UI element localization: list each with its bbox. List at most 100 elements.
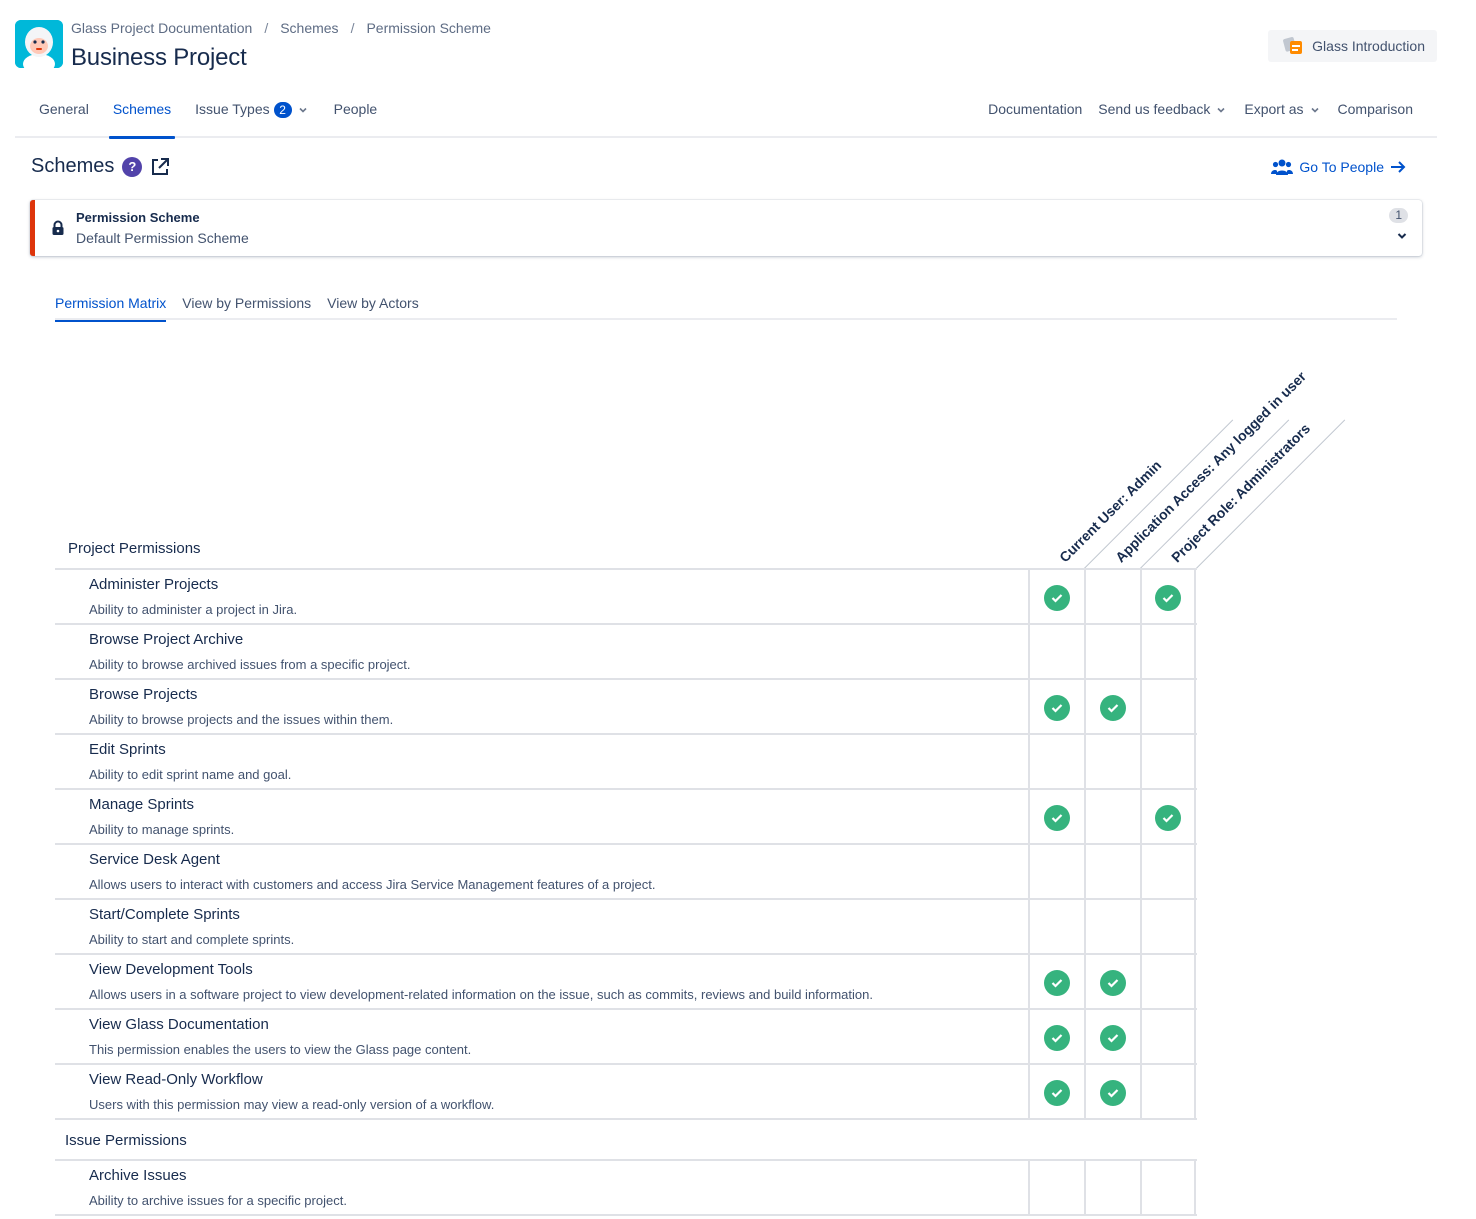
matrix-cell	[1028, 680, 1084, 735]
column-header-divider	[1196, 419, 1346, 569]
check-icon	[1100, 969, 1126, 996]
scheme-card-title: Permission Scheme	[76, 210, 200, 225]
permission-name: View Glass Documentation	[89, 1016, 269, 1033]
matrix-cell	[1140, 900, 1196, 955]
people-icon	[1271, 159, 1294, 175]
permission-name: View Read-Only Workflow	[89, 1071, 263, 1088]
permission-row: Service Desk Agent Allows users to intera…	[55, 845, 1197, 900]
permission-description: Ability to administer a project in Jira.	[89, 602, 298, 617]
tab-view-by-actors[interactable]: View by Actors	[327, 295, 419, 320]
permission-scheme-card[interactable]: Permission Scheme Default Permission Sch…	[30, 200, 1422, 256]
matrix-cell	[1028, 955, 1084, 1010]
check-icon	[1044, 969, 1070, 996]
chevron-down-icon[interactable]	[1396, 230, 1408, 242]
lock-icon	[52, 220, 64, 235]
glass-introduction-button[interactable]: Glass Introduction	[1268, 30, 1437, 62]
page-title: Schemes ?	[31, 155, 170, 178]
permission-description: Ability to edit sprint name and goal.	[89, 767, 292, 782]
matrix-cell	[1140, 955, 1196, 1010]
export-as-label: Export as	[1244, 101, 1304, 117]
matrix-cell	[1028, 1065, 1084, 1120]
matrix-cell	[1084, 735, 1140, 790]
documentation-label: Documentation	[988, 101, 1083, 117]
permission-row: Browse Project Archive Ability to browse …	[55, 625, 1197, 680]
main-tabs: General Schemes Issue Types 2 People	[15, 94, 390, 139]
permission-description: Allows users in a software project to vi…	[89, 987, 873, 1002]
matrix-cell	[1084, 570, 1140, 625]
tab-people[interactable]: People	[322, 94, 390, 136]
chevron-down-icon	[299, 107, 307, 113]
section-title: Project Permissions	[68, 540, 201, 557]
column-header-divider	[1084, 419, 1234, 569]
matrix-cell	[1028, 845, 1084, 900]
permission-name: Edit Sprints	[89, 741, 166, 758]
tab-view-by-permissions[interactable]: View by Permissions	[182, 295, 311, 320]
permission-row: View Read-Only Workflow Users with this p…	[55, 1065, 1197, 1120]
matrix-cell	[1140, 625, 1196, 680]
permission-row: Start/Complete Sprints Ability to start a…	[55, 900, 1197, 955]
matrix-cell	[1140, 845, 1196, 900]
check-icon	[1044, 804, 1070, 831]
column-header: Current User: Admin	[1056, 457, 1165, 566]
check-icon	[1100, 694, 1126, 721]
tab-permission-matrix[interactable]: Permission Matrix	[55, 295, 167, 322]
permission-name: Browse Project Archive	[89, 631, 244, 648]
matrix-cell	[1084, 790, 1140, 845]
tab-schemes[interactable]: Schemes	[101, 94, 183, 139]
check-icon	[1155, 584, 1181, 611]
scheme-count-badge: 1	[1389, 208, 1408, 223]
permission-name: Start/Complete Sprints	[89, 906, 240, 923]
matrix-cell	[1140, 680, 1196, 735]
matrix-cell	[1084, 625, 1140, 680]
section-title: Issue Permissions	[65, 1132, 187, 1149]
matrix-cell	[1028, 1010, 1084, 1065]
documentation-link[interactable]: Documentation	[988, 94, 1082, 117]
project-avatar	[15, 20, 63, 68]
matrix-cell	[1140, 1065, 1196, 1120]
permission-description: Users with this permission may view a re…	[89, 1097, 495, 1112]
matrix-cell	[1140, 790, 1196, 845]
matrix-cell	[1028, 900, 1084, 955]
breadcrumb-item[interactable]: Permission Scheme	[366, 20, 491, 36]
export-as-dropdown[interactable]: Export as	[1244, 94, 1321, 117]
matrix-cell	[1140, 1161, 1196, 1216]
matrix-cell	[1084, 845, 1140, 900]
check-icon	[1100, 1079, 1126, 1106]
comparison-link[interactable]: Comparison	[1338, 94, 1413, 117]
header-actions: Documentation Send us feedback Export as…	[988, 94, 1413, 117]
help-icon[interactable]: ?	[122, 156, 143, 177]
send-feedback-dropdown[interactable]: Send us feedback	[1098, 94, 1228, 117]
matrix-cell	[1084, 1161, 1140, 1216]
page-title-text: Schemes	[31, 155, 115, 177]
breadcrumb-separator: /	[264, 20, 269, 36]
permission-description: Ability to manage sprints.	[89, 822, 235, 837]
permission-row: Manage Sprints Ability to manage sprints.	[55, 790, 1197, 845]
matrix-cell	[1084, 1065, 1140, 1120]
tab-general[interactable]: General	[15, 94, 101, 136]
glass-introduction-label: Glass Introduction	[1312, 38, 1425, 54]
comparison-label: Comparison	[1337, 101, 1413, 117]
tab-issue-types[interactable]: Issue Types 2	[183, 94, 321, 136]
tab-label: People	[333, 101, 378, 117]
check-icon	[1155, 804, 1181, 831]
check-icon	[1044, 1024, 1070, 1051]
breadcrumb-separator: /	[350, 20, 355, 36]
go-to-people-link[interactable]: Go To People	[1271, 158, 1406, 176]
tab-label: Issue Types	[195, 101, 270, 117]
matrix-cell	[1028, 790, 1084, 845]
breadcrumb-item[interactable]: Glass Project Documentation	[71, 20, 252, 36]
matrix-cell	[1028, 625, 1084, 680]
breadcrumb: Glass Project Documentation / Schemes / …	[71, 20, 491, 36]
matrix-cell	[1028, 1161, 1084, 1216]
matrix-cell	[1084, 900, 1140, 955]
permission-name: Service Desk Agent	[89, 851, 220, 868]
open-external-icon[interactable]	[150, 157, 170, 177]
permission-row: Archive Issues Ability to archive issues …	[55, 1161, 1197, 1216]
chevron-down-icon	[1310, 107, 1319, 113]
permission-description: Ability to archive issues for a specific…	[89, 1193, 347, 1208]
matrix-cell	[1084, 955, 1140, 1010]
chevron-down-icon	[1217, 107, 1225, 113]
breadcrumb-item[interactable]: Schemes	[280, 20, 338, 36]
permission-description: Ability to browse projects and the issue…	[89, 712, 394, 727]
matrix-cell	[1140, 570, 1196, 625]
